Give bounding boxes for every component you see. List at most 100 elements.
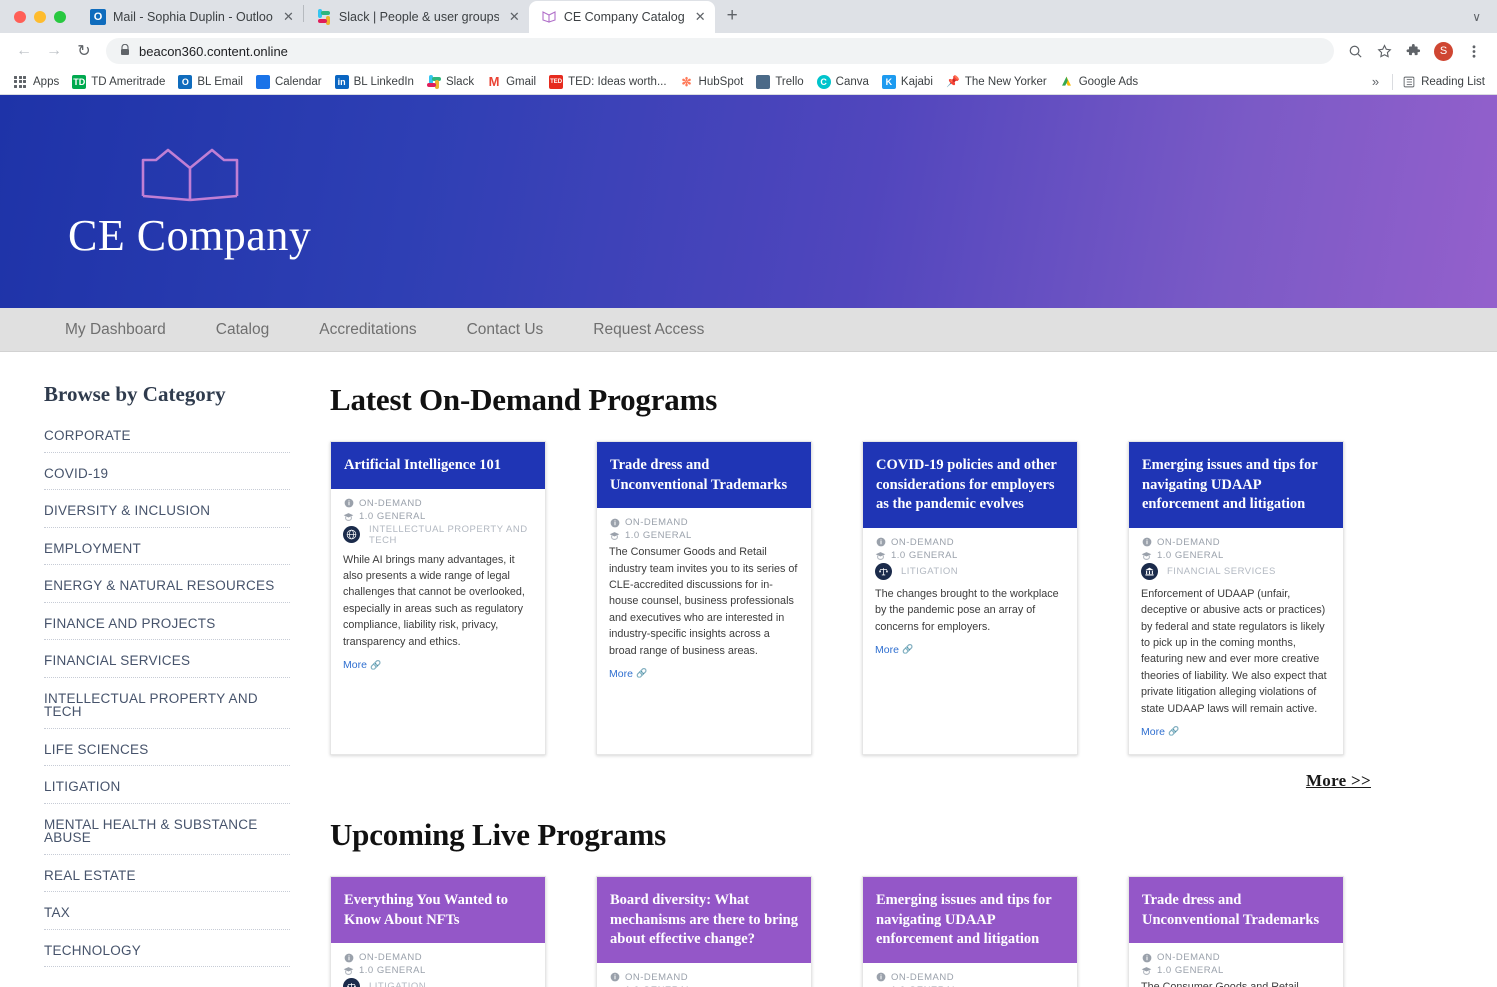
program-more-link[interactable]: More 🔗 bbox=[343, 659, 381, 671]
sidebar-item-technology[interactable]: TECHNOLOGY bbox=[44, 930, 290, 967]
bookmark-label: BL Email bbox=[197, 75, 243, 88]
sidebar-item-tax[interactable]: TAX bbox=[44, 892, 290, 930]
program-more-link[interactable]: More 🔗 bbox=[875, 644, 913, 656]
program-card[interactable]: Board diversity: What mechanisms are the… bbox=[596, 875, 812, 987]
bookmark-label: BL LinkedIn bbox=[353, 75, 414, 88]
close-window-button[interactable] bbox=[14, 10, 26, 23]
search-icon[interactable] bbox=[1342, 38, 1368, 64]
nav-item-request-access[interactable]: Request Access bbox=[568, 308, 729, 352]
section-title-latest-on-demand: Latest On-Demand Programs bbox=[330, 382, 718, 417]
program-title: Trade dress and Unconventional Trademark… bbox=[1129, 876, 1343, 944]
bookmark-slack[interactable]: Slack bbox=[421, 72, 480, 92]
minimize-window-button[interactable] bbox=[34, 10, 46, 23]
nav-item-accreditations[interactable]: Accreditations bbox=[294, 308, 441, 352]
calendar-icon bbox=[255, 74, 270, 89]
new-tab-button[interactable]: + bbox=[715, 5, 750, 33]
bookmark-td-ameritrade[interactable]: TD TD Ameritrade bbox=[66, 72, 171, 92]
sidebar-item-energy-natural-resources[interactable]: ENERGY & NATURAL RESOURCES bbox=[44, 565, 290, 603]
bookmark-bl-linkedin[interactable]: in BL LinkedIn bbox=[329, 72, 420, 92]
back-button[interactable]: ← bbox=[10, 37, 38, 65]
bookmark-the-new-yorker[interactable]: 📌 The New Yorker bbox=[940, 72, 1053, 92]
program-more-link[interactable]: More 🔗 bbox=[609, 668, 647, 680]
program-card[interactable]: Trade dress and Unconventional Trademark… bbox=[1128, 875, 1344, 987]
program-card[interactable]: Artificial Intelligence 101 ON-DEMAND 1.… bbox=[330, 441, 546, 755]
bookmark-label: Slack bbox=[445, 75, 475, 88]
kajabi-icon: K bbox=[881, 74, 896, 89]
window-traffic-lights[interactable] bbox=[10, 0, 78, 33]
forward-button[interactable]: → bbox=[40, 37, 68, 65]
close-icon[interactable]: ✕ bbox=[695, 9, 706, 25]
program-credit: 1.0 GENERAL bbox=[1141, 965, 1331, 976]
graduation-cap-icon bbox=[1141, 965, 1152, 976]
program-category-label: LITIGATION bbox=[901, 565, 959, 577]
sidebar-item-corporate[interactable]: CORPORATE bbox=[44, 429, 290, 453]
sidebar-item-financial-services[interactable]: FINANCIAL SERVICES bbox=[44, 640, 290, 678]
sidebar-item-intellectual-property-and-tech[interactable]: INTELLECTUAL PROPERTY AND TECH bbox=[44, 678, 290, 729]
sidebar-item-diversity-inclusion[interactable]: DIVERSITY & INCLUSION bbox=[44, 490, 290, 528]
browser-toolbar: ← → ↻ beacon360.content.online S bbox=[0, 33, 1497, 69]
program-card[interactable]: Trade dress and Unconventional Trademark… bbox=[596, 441, 812, 755]
close-icon[interactable]: ✕ bbox=[509, 9, 520, 25]
browser-tab-slack[interactable]: Slack | People & user groups | ✕ bbox=[304, 1, 529, 33]
reading-list-label: Reading List bbox=[1421, 75, 1485, 88]
address-bar[interactable]: beacon360.content.online bbox=[106, 38, 1334, 64]
more-label: More bbox=[609, 667, 633, 680]
program-category-badge: INTELLECTUAL PROPERTY AND TECH bbox=[343, 524, 533, 546]
program-title: Trade dress and Unconventional Trademark… bbox=[597, 442, 811, 509]
bookmark-gmail[interactable]: M Gmail bbox=[481, 72, 542, 92]
program-card[interactable]: Emerging issues and tips for navigating … bbox=[1128, 441, 1344, 755]
bookmark-label: Google Ads bbox=[1078, 75, 1139, 88]
sidebar-item-covid-19[interactable]: COVID-19 bbox=[44, 453, 290, 490]
sidebar-item-real-estate[interactable]: REAL ESTATE bbox=[44, 855, 290, 892]
nav-item-contact-us[interactable]: Contact Us bbox=[442, 308, 569, 352]
more-programs-link[interactable]: More >> bbox=[1306, 771, 1371, 791]
sidebar-item-employment[interactable]: EMPLOYMENT bbox=[44, 528, 290, 565]
bookmark-ted[interactable]: TED TED: Ideas worth... bbox=[543, 72, 672, 92]
reading-list-button[interactable]: Reading List bbox=[1398, 75, 1489, 89]
program-card[interactable]: COVID-19 policies and other consideratio… bbox=[862, 441, 1078, 755]
program-details: ON-DEMAND 1.0 GENERAL LITIGATION bbox=[597, 963, 811, 987]
sidebar-item-mental-health-substance-abuse[interactable]: MENTAL HEALTH & SUBSTANCE ABUSE bbox=[44, 804, 290, 855]
chrome-menu-icon[interactable] bbox=[1461, 38, 1487, 64]
nav-item-my-dashboard[interactable]: My Dashboard bbox=[40, 308, 191, 352]
program-card[interactable]: Emerging issues and tips for navigating … bbox=[862, 875, 1078, 987]
info-circle-icon bbox=[609, 972, 620, 983]
reload-button[interactable]: ↻ bbox=[70, 37, 98, 65]
sidebar-item-life-sciences[interactable]: LIFE SCIENCES bbox=[44, 729, 290, 766]
bookmark-apps[interactable]: Apps bbox=[8, 73, 65, 91]
on-demand-more-row: More >> bbox=[330, 771, 1449, 791]
bookmark-hubspot[interactable]: ✼ HubSpot bbox=[674, 72, 750, 92]
browser-tab-ce-company-catalog[interactable]: CE Company Catalog ✕ bbox=[528, 1, 715, 33]
browser-tab-outlook[interactable]: Mail - Sophia Duplin - Outlook ✕ bbox=[78, 1, 303, 33]
bookmark-kajabi[interactable]: K Kajabi bbox=[876, 72, 939, 92]
program-format-label: ON-DEMAND bbox=[1157, 952, 1221, 964]
program-format-label: ON-DEMAND bbox=[891, 971, 955, 983]
bookmark-canva[interactable]: C Canva bbox=[811, 72, 875, 92]
bookmark-label: Apps bbox=[33, 75, 60, 88]
close-icon[interactable]: ✕ bbox=[283, 9, 294, 25]
extensions-puzzle-icon[interactable] bbox=[1400, 38, 1426, 64]
reading-list-icon bbox=[1402, 75, 1416, 89]
program-more-link[interactable]: More 🔗 bbox=[1141, 726, 1179, 738]
nav-item-catalog[interactable]: Catalog bbox=[191, 308, 294, 352]
program-details: ON-DEMAND 1.0 GENERAL FINANCIAL SERVICES bbox=[1129, 528, 1343, 754]
program-format-label: ON-DEMAND bbox=[625, 971, 689, 983]
program-format-label: ON-DEMAND bbox=[359, 952, 423, 964]
maximize-window-button[interactable] bbox=[54, 10, 66, 23]
profile-avatar[interactable]: S bbox=[1434, 41, 1453, 61]
bookmark-calendar[interactable]: Calendar bbox=[250, 72, 328, 92]
sidebar-item-litigation[interactable]: LITIGATION bbox=[44, 766, 290, 804]
bookmark-google-ads[interactable]: Google Ads bbox=[1054, 72, 1144, 92]
site-logo[interactable]: CE Company bbox=[68, 142, 311, 261]
main-content: Latest On-Demand Programs Artificial Int… bbox=[330, 382, 1497, 987]
program-card[interactable]: Everything You Wanted to Know About NFTs… bbox=[330, 875, 546, 987]
ted-icon: TED bbox=[549, 74, 564, 89]
program-credit-label: 1.0 GENERAL bbox=[891, 549, 958, 561]
bookmarks-overflow-button[interactable]: » bbox=[1364, 74, 1387, 89]
bookmark-star-icon[interactable] bbox=[1371, 38, 1397, 64]
chevron-down-icon[interactable]: ∨ bbox=[1472, 10, 1497, 33]
bookmark-bl-email[interactable]: O BL Email bbox=[172, 72, 249, 92]
sidebar-item-finance-and-projects[interactable]: FINANCE AND PROJECTS bbox=[44, 603, 290, 640]
program-format: ON-DEMAND bbox=[1141, 952, 1331, 963]
bookmark-trello[interactable]: Trello bbox=[750, 72, 809, 92]
